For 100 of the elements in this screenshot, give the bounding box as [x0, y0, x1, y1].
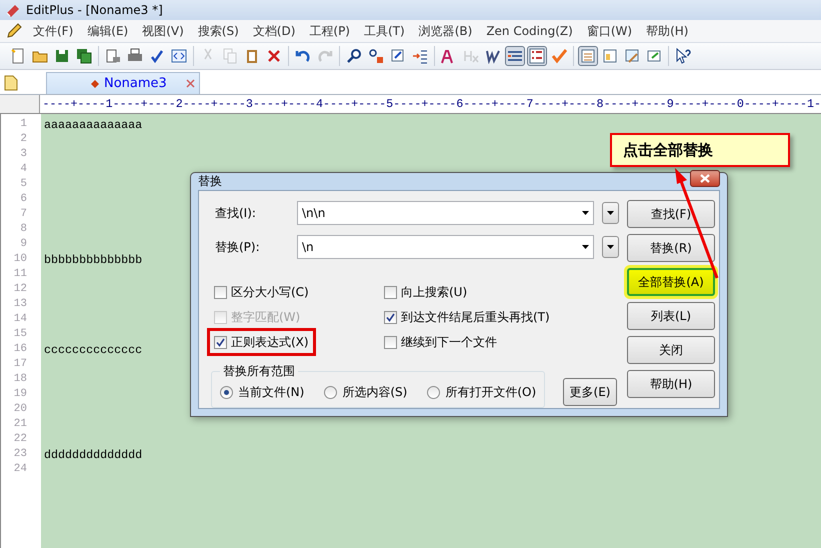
- window-export-icon: [646, 48, 662, 64]
- menu-item[interactable]: 窗口(W): [580, 22, 640, 40]
- line-number: 18: [12, 372, 28, 387]
- checkbox[interactable]: [214, 286, 227, 298]
- line-number: 15: [12, 327, 28, 342]
- dialog-button[interactable]: 关闭: [627, 336, 715, 364]
- dropdown-button[interactable]: [602, 202, 619, 224]
- file-tab[interactable]: Noname3: [46, 72, 200, 94]
- code-line: aaaaaaaaaaaaaa: [44, 118, 142, 132]
- cross-icon: [266, 48, 282, 64]
- menu-item[interactable]: 工具(T): [357, 22, 412, 40]
- italic-w-icon: [485, 48, 501, 64]
- code-brackets-icon: [171, 48, 187, 64]
- checkmark-icon: [551, 48, 567, 64]
- menu-item[interactable]: 文档(D): [246, 22, 302, 40]
- line-number: 10: [12, 252, 28, 267]
- line-number: 3: [19, 147, 28, 162]
- line-number: 2: [19, 132, 28, 147]
- toolbar-button[interactable]: [74, 46, 94, 66]
- checkbox-option[interactable]: 继续到下一个文件: [377, 328, 504, 356]
- more-button[interactable]: 更多(E): [563, 378, 617, 406]
- checkbox[interactable]: [384, 310, 397, 324]
- line-number: 19: [12, 387, 28, 402]
- window-pen-icon: [624, 48, 640, 64]
- line-number: 13: [12, 297, 28, 312]
- pencil-icon: [6, 23, 22, 39]
- dropdown-arrow-icon: [607, 245, 614, 249]
- menu-item[interactable]: 帮助(H): [639, 22, 696, 40]
- toolbar-button[interactable]: [505, 46, 525, 66]
- line-number: 11: [12, 267, 28, 282]
- redo-icon: [317, 48, 333, 64]
- field-label: 查找(I):: [214, 204, 257, 222]
- line-number: 20: [12, 402, 28, 417]
- clipboard-icon: [244, 48, 260, 64]
- field-label: 替换(P):: [214, 238, 261, 256]
- menu-item[interactable]: 浏览器(B): [412, 22, 480, 40]
- dropdown-arrow-icon: [582, 245, 589, 249]
- dialog-button[interactable]: 帮助(H): [627, 370, 715, 398]
- dialog-button[interactable]: 全部替换(A): [627, 268, 715, 296]
- line-number: 6: [19, 192, 28, 207]
- menu-item[interactable]: 编辑(E): [80, 22, 136, 40]
- line-number: 4: [19, 162, 28, 177]
- toolbar-button[interactable]: [527, 46, 547, 66]
- close-icon: [700, 174, 710, 183]
- spellcheck-icon: [149, 48, 165, 64]
- radio-option[interactable]: 所选内容(S): [324, 384, 408, 401]
- line-number: 24: [12, 462, 28, 477]
- dropdown-arrow-icon: [607, 211, 614, 215]
- line-number: 14: [12, 312, 28, 327]
- close-icon[interactable]: [186, 79, 195, 88]
- menu-item[interactable]: 文件(F): [26, 22, 80, 40]
- printer-icon: [127, 48, 143, 64]
- menu-item[interactable]: 工程(P): [302, 22, 357, 40]
- combo-field[interactable]: \n\n: [297, 201, 594, 225]
- radio-option[interactable]: 所有打开文件(O): [427, 384, 536, 401]
- group-title: 替换所有范围: [222, 363, 296, 380]
- checkbox-option[interactable]: 区分大小写(C): [207, 278, 316, 306]
- radio-button[interactable]: [324, 386, 338, 399]
- line-number: 1: [19, 117, 28, 132]
- dropdown-button[interactable]: [602, 236, 619, 258]
- line-number: 22: [12, 432, 28, 447]
- list-window-icon: [580, 48, 596, 64]
- toolbar-button[interactable]: [578, 46, 598, 66]
- line-numbers-icon: [529, 48, 545, 64]
- radio-button[interactable]: [427, 386, 440, 399]
- line-number: 8: [19, 222, 28, 237]
- window-title: EditPlus - [Noname3 *]: [26, 3, 163, 17]
- line-number: 12: [12, 282, 28, 297]
- line-number: 7: [19, 207, 28, 222]
- close-button[interactable]: [690, 170, 720, 187]
- line-number: 5: [19, 177, 28, 192]
- diamond-icon: [91, 80, 99, 88]
- checkbox-option[interactable]: 正则表达式(X): [207, 328, 316, 356]
- app-icon: [6, 3, 20, 17]
- radio-button[interactable]: [220, 386, 233, 399]
- search-icon: [346, 48, 362, 64]
- menu-item[interactable]: Zen Coding(Z): [479, 24, 580, 38]
- grid-window-icon: [602, 48, 618, 64]
- ruler: ----+----1----+----2----+----3----+----4----+----5----+----6----+----7----+----8----+----9----+----0----+----1-: [41, 96, 821, 113]
- callout-note: 点击全部替换: [610, 133, 790, 167]
- indent-lines-icon: [412, 48, 428, 64]
- dialog-title: 替换: [198, 173, 222, 190]
- checkbox[interactable]: [214, 336, 227, 348]
- checkbox[interactable]: [384, 286, 397, 298]
- ruler-corner: [0, 95, 40, 113]
- dropdown-arrow-icon: [582, 211, 589, 215]
- document-icon: [10, 48, 26, 64]
- checkbox-option[interactable]: 到达文件结尾后重头再找(T): [377, 303, 557, 331]
- dialog-button[interactable]: 列表(L): [627, 302, 715, 330]
- checkbox[interactable]: [384, 336, 397, 348]
- menu-item[interactable]: 视图(V): [135, 22, 191, 40]
- dialog-button[interactable]: 替换(R): [627, 234, 715, 262]
- copy-icon: [222, 48, 238, 64]
- checkbox-option[interactable]: 向上搜索(U): [377, 278, 474, 306]
- dialog-button[interactable]: 查找(F): [627, 200, 715, 228]
- combo-field[interactable]: \n: [297, 235, 594, 259]
- radio-option[interactable]: 当前文件(N): [220, 384, 304, 401]
- line-number: 9: [19, 237, 28, 252]
- code-line: cccccccccccccc: [44, 343, 142, 357]
- menu-item[interactable]: 搜索(S): [190, 22, 246, 40]
